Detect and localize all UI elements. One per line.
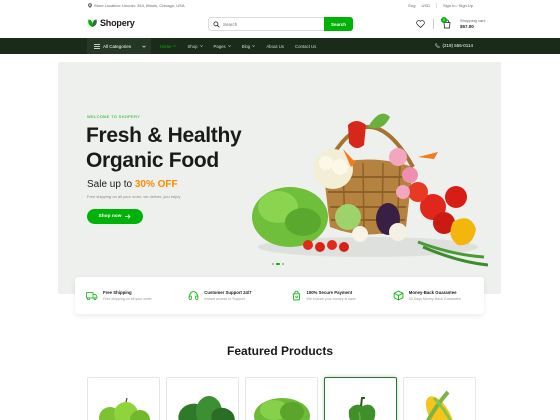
nav-item-blog[interactable]: Blog bbox=[242, 44, 256, 49]
featured-products-title: Featured Products bbox=[226, 344, 334, 358]
shop-now-button[interactable]: Shop now bbox=[87, 209, 143, 224]
apples-image bbox=[99, 397, 150, 420]
welcome-tag: WELCOME TO SHOPERY bbox=[87, 114, 141, 119]
leaf-logo-icon bbox=[88, 19, 97, 27]
shop-now-label: Shop now bbox=[98, 214, 122, 219]
phone-icon bbox=[434, 43, 440, 48]
sign-in-link[interactable]: Sign In / Sign Up bbox=[443, 3, 473, 8]
sale-percentage: 30% OFF bbox=[134, 179, 178, 190]
headphones-icon bbox=[188, 291, 199, 300]
cart-summary[interactable]: Shopping cart: $57.00 bbox=[460, 18, 486, 30]
feature-title: 100% Secure Payment bbox=[306, 290, 353, 295]
spinach-image bbox=[178, 396, 235, 420]
language-select[interactable]: Eng bbox=[408, 3, 415, 8]
chevron-down-icon bbox=[142, 45, 146, 48]
chevron-down-icon bbox=[199, 45, 203, 47]
currency-select[interactable]: USD bbox=[422, 3, 430, 8]
store-location-text: Store Location: Lincoln- 344, Illinois, … bbox=[94, 3, 185, 8]
nav-item-home[interactable]: Home bbox=[160, 44, 177, 49]
hero-title-line-2: Organic Food bbox=[86, 149, 219, 172]
nav-item-contact-us[interactable]: Contact Us bbox=[295, 44, 316, 49]
divider bbox=[433, 19, 434, 29]
carousel-dot[interactable] bbox=[272, 263, 274, 265]
menu-icon bbox=[94, 43, 100, 49]
sale-text: Sale up to 30% OFF bbox=[87, 179, 178, 190]
search-input[interactable] bbox=[220, 21, 320, 27]
arrow-right-icon bbox=[125, 214, 131, 219]
nav-menu: Home Shop Pages Blog About Us Contact Us bbox=[160, 38, 316, 54]
feature-subtitle: Free shipping on all your order bbox=[103, 297, 152, 301]
location-pin-icon bbox=[88, 3, 92, 8]
hero-title-line-1: Fresh & Healthy bbox=[86, 124, 242, 147]
package-icon bbox=[393, 290, 404, 301]
truck-icon bbox=[86, 291, 98, 300]
green-pepper-image bbox=[348, 397, 376, 420]
corn-image bbox=[425, 390, 454, 420]
feature-free-shipping: Free Shipping Free shipping on all your … bbox=[75, 277, 177, 314]
carousel-dots bbox=[272, 263, 284, 265]
lettuce-image bbox=[254, 398, 310, 420]
hero-title: Fresh & Healthy Organic Food bbox=[86, 123, 242, 173]
product-card-corn[interactable] bbox=[403, 377, 476, 420]
carousel-dot-active[interactable] bbox=[276, 263, 280, 265]
carousel-dot[interactable] bbox=[282, 263, 284, 265]
feature-secure-payment: 100% Secure Payment We ensure your money… bbox=[280, 277, 382, 314]
hero-banner: WELCOME TO SHOPERY Fresh & Healthy Organ… bbox=[58, 62, 501, 294]
feature-customer-support: Customer Support 24/7 Instant access to … bbox=[177, 277, 279, 314]
nav-item-shop[interactable]: Shop bbox=[187, 44, 203, 49]
header: Shopery Search Shopping cart: $57.00 0 bbox=[0, 12, 560, 38]
hero-subtitle: Free shipping on all your order. we deli… bbox=[87, 194, 181, 199]
cart-total: $57.00 bbox=[460, 24, 474, 29]
phone-number[interactable]: (219) 555-0114 bbox=[434, 43, 473, 48]
feature-subtitle: Instant access to Support bbox=[204, 297, 245, 301]
top-info-bar: Store Location: Lincoln- 344, Illinois, … bbox=[0, 0, 560, 11]
feature-money-back: Money-Back Guarantee 30 Days Money-Back … bbox=[382, 277, 484, 314]
logo-text: Shopery bbox=[100, 18, 135, 28]
search-button[interactable]: Search bbox=[324, 17, 353, 31]
phone-text: (219) 555-0114 bbox=[442, 43, 473, 48]
feature-subtitle: 30 Days Money-Back Guarantee bbox=[408, 297, 461, 301]
feature-title: Customer Support 24/7 bbox=[204, 290, 252, 295]
product-card-green-pepper[interactable] bbox=[324, 377, 397, 420]
product-card-lettuce[interactable] bbox=[245, 377, 318, 420]
product-card-spinach[interactable] bbox=[166, 377, 239, 420]
nav-item-about-us[interactable]: About Us bbox=[266, 44, 284, 49]
divider bbox=[435, 3, 437, 8]
search-bar: Search bbox=[208, 17, 353, 31]
chevron-down-icon bbox=[173, 45, 177, 47]
feature-title: Free Shipping bbox=[103, 290, 132, 295]
vegetable-basket-image bbox=[252, 113, 488, 267]
chevron-down-icon bbox=[227, 45, 231, 47]
heart-icon[interactable] bbox=[416, 20, 425, 28]
search-icon bbox=[213, 20, 220, 28]
sale-prefix: Sale up to bbox=[87, 179, 133, 190]
product-card-apples[interactable] bbox=[87, 377, 160, 420]
cart-count-badge: 0 bbox=[441, 17, 447, 23]
store-location: Store Location: Lincoln- 344, Illinois, … bbox=[88, 3, 185, 8]
chevron-down-icon bbox=[252, 45, 256, 47]
all-categories-button[interactable]: All Categories bbox=[87, 38, 151, 54]
product-grid bbox=[87, 377, 476, 420]
features-strip: Free Shipping Free shipping on all your … bbox=[75, 277, 484, 314]
feature-title: Money-Back Guarantee bbox=[408, 290, 457, 295]
main-nav: All Categories Home Shop Pages Blog Abou… bbox=[0, 38, 560, 54]
shopping-bag-icon bbox=[292, 290, 300, 301]
logo[interactable]: Shopery bbox=[87, 18, 135, 28]
feature-subtitle: We ensure your money is save bbox=[306, 297, 356, 301]
nav-item-pages[interactable]: Pages bbox=[214, 44, 231, 49]
all-categories-label: All Categories bbox=[103, 43, 132, 49]
